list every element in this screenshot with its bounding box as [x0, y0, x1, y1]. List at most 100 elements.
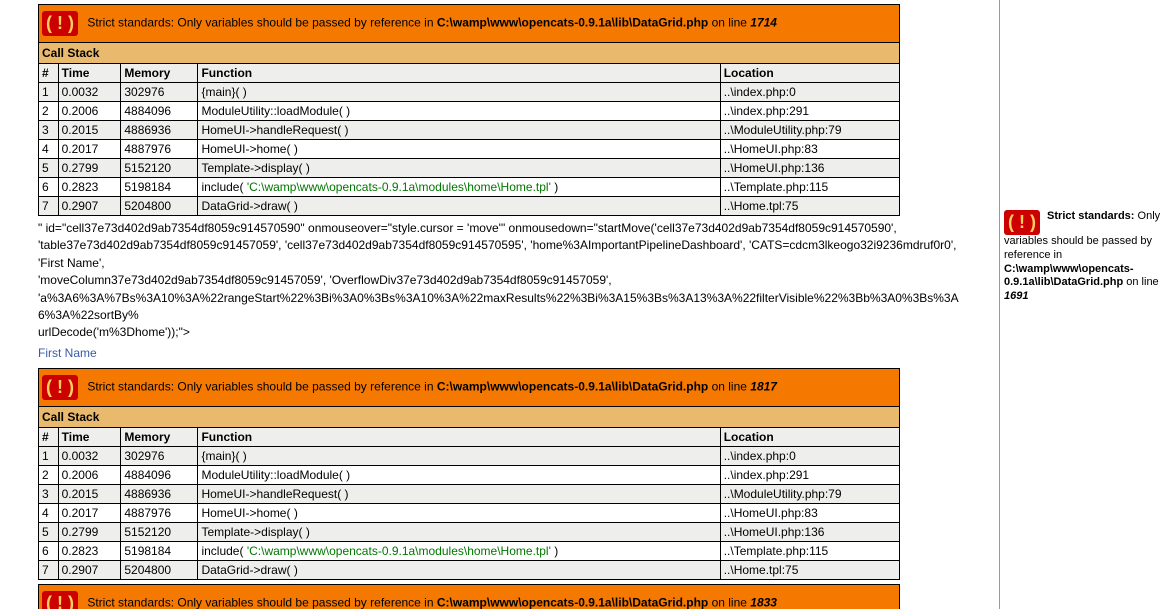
cell-time: 0.2017 — [58, 140, 121, 159]
dump-line: 'a%3A6%3A%7Bs%3A10%3A%22rangeStart%22%3B… — [38, 290, 968, 325]
cell-memory: 4886936 — [121, 484, 198, 503]
cell-memory: 5198184 — [121, 541, 198, 560]
call-stack-header: Call Stack — [39, 43, 900, 64]
cell-time: 0.2823 — [58, 178, 121, 197]
cell-memory: 4887976 — [121, 503, 198, 522]
cell-num: 5 — [39, 522, 59, 541]
table-row: 10.0032302976{main}( )..\index.php:0 — [39, 446, 900, 465]
xdebug-error-table: ( ! ) Strict standards: Only variables s… — [38, 368, 900, 580]
dump-line: " id="cell37e73d402d9ab7354df8059c914570… — [38, 220, 968, 237]
error-message: Strict standards: Only variables should … — [87, 379, 437, 393]
error-header: ( ! ) Strict standards: Only variables s… — [39, 584, 900, 609]
warning-icon: ( ! ) — [42, 591, 78, 609]
cell-memory: 5152120 — [121, 159, 198, 178]
cell-function: {main}( ) — [198, 83, 720, 102]
table-row: 50.27995152120Template->display( )..\Hom… — [39, 522, 900, 541]
error-line-number: 1714 — [750, 16, 777, 30]
cell-memory: 4886936 — [121, 121, 198, 140]
xdebug-error-table-partial: ( ! ) Strict standards: Only variables s… — [38, 584, 900, 609]
cell-function: DataGrid->draw( ) — [198, 197, 720, 216]
cell-location: ..\index.php:291 — [720, 465, 899, 484]
cell-time: 0.2015 — [58, 121, 121, 140]
table-row: 70.29075204800DataGrid->draw( )..\Home.t… — [39, 560, 900, 579]
cell-memory: 302976 — [121, 83, 198, 102]
cell-time: 0.2017 — [58, 503, 121, 522]
cell-location: ..\HomeUI.php:136 — [720, 159, 899, 178]
table-row: 20.20064884096ModuleUtility::loadModule(… — [39, 102, 900, 121]
cell-location: ..\HomeUI.php:83 — [720, 140, 899, 159]
dump-line: urlDecode('m%3Dhome'));"> — [38, 324, 968, 341]
cell-num: 4 — [39, 140, 59, 159]
col-time: Time — [58, 64, 121, 83]
cell-time: 0.2907 — [58, 197, 121, 216]
cell-num: 3 — [39, 121, 59, 140]
col-time: Time — [58, 427, 121, 446]
cell-function: include( 'C:\wamp\www\opencats-0.9.1a\mo… — [198, 178, 720, 197]
cell-num: 3 — [39, 484, 59, 503]
cell-time: 0.2006 — [58, 465, 121, 484]
col-function: Function — [198, 427, 720, 446]
cell-time: 0.2907 — [58, 560, 121, 579]
cell-function: DataGrid->draw( ) — [198, 560, 720, 579]
cell-time: 0.0032 — [58, 83, 121, 102]
cell-location: ..\HomeUI.php:136 — [720, 522, 899, 541]
cell-memory: 5204800 — [121, 197, 198, 216]
on-line-text: on line — [708, 379, 750, 393]
col-num: # — [39, 427, 59, 446]
error-message: Strict standards: Only variables should … — [87, 595, 437, 609]
side-error-line: 1691 — [1004, 290, 1028, 302]
error-header: ( ! ) Strict standards: Only variables s… — [39, 5, 900, 43]
table-row: 50.27995152120Template->display( )..\Hom… — [39, 159, 900, 178]
cell-num: 4 — [39, 503, 59, 522]
cell-memory: 302976 — [121, 446, 198, 465]
cell-location: ..\Template.php:115 — [720, 178, 899, 197]
cell-memory: 5198184 — [121, 178, 198, 197]
error-file: C:\wamp\www\opencats-0.9.1a\lib\DataGrid… — [437, 379, 708, 393]
col-location: Location — [720, 427, 899, 446]
on-line-text: on line — [708, 595, 750, 609]
cell-function: {main}( ) — [198, 446, 720, 465]
cell-num: 7 — [39, 560, 59, 579]
table-row: 30.20154886936HomeUI->handleRequest( )..… — [39, 484, 900, 503]
cell-location: ..\Home.tpl:75 — [720, 560, 899, 579]
error-line-number: 1817 — [750, 379, 777, 393]
cell-num: 1 — [39, 446, 59, 465]
warning-icon: ( ! ) — [42, 375, 78, 400]
cell-function: HomeUI->handleRequest( ) — [198, 484, 720, 503]
on-line-text: on line — [708, 16, 750, 30]
cell-time: 0.2006 — [58, 102, 121, 121]
cell-location: ..\Home.tpl:75 — [720, 197, 899, 216]
table-row: 40.20174887976HomeUI->home( )..\HomeUI.p… — [39, 503, 900, 522]
first-name-label: First Name — [38, 346, 999, 360]
cell-num: 6 — [39, 541, 59, 560]
col-location: Location — [720, 64, 899, 83]
cell-memory: 5204800 — [121, 560, 198, 579]
cell-function: Template->display( ) — [198, 159, 720, 178]
cell-memory: 5152120 — [121, 522, 198, 541]
cell-num: 2 — [39, 102, 59, 121]
cell-num: 1 — [39, 83, 59, 102]
error-file: C:\wamp\www\opencats-0.9.1a\lib\DataGrid… — [437, 595, 708, 609]
table-row: 10.0032302976{main}( )..\index.php:0 — [39, 83, 900, 102]
cell-time: 0.0032 — [58, 446, 121, 465]
cell-location: ..\Template.php:115 — [720, 541, 899, 560]
cell-num: 2 — [39, 465, 59, 484]
side-error-file: C:\wamp\www\opencats-0.9.1a\lib\DataGrid… — [1004, 263, 1134, 289]
cell-function: include( 'C:\wamp\www\opencats-0.9.1a\mo… — [198, 541, 720, 560]
error-header: ( ! ) Strict standards: Only variables s… — [39, 368, 900, 406]
error-line-number: 1833 — [750, 595, 777, 609]
cell-location: ..\ModuleUtility.php:79 — [720, 484, 899, 503]
cell-function: HomeUI->handleRequest( ) — [198, 121, 720, 140]
table-row: 30.20154886936HomeUI->handleRequest( )..… — [39, 121, 900, 140]
table-row: 60.28235198184include( 'C:\wamp\www\open… — [39, 541, 900, 560]
table-row: 40.20174887976HomeUI->home( )..\HomeUI.p… — [39, 140, 900, 159]
cell-function: Template->display( ) — [198, 522, 720, 541]
cell-memory: 4884096 — [121, 465, 198, 484]
xdebug-error-table: ( ! ) Strict standards: Only variables s… — [38, 4, 900, 216]
cell-location: ..\index.php:0 — [720, 83, 899, 102]
warning-icon: ( ! ) — [42, 11, 78, 36]
dump-line: 'moveColumn37e73d402d9ab7354df8059c91457… — [38, 272, 968, 289]
cell-time: 0.2015 — [58, 484, 121, 503]
cell-location: ..\HomeUI.php:83 — [720, 503, 899, 522]
col-function: Function — [198, 64, 720, 83]
